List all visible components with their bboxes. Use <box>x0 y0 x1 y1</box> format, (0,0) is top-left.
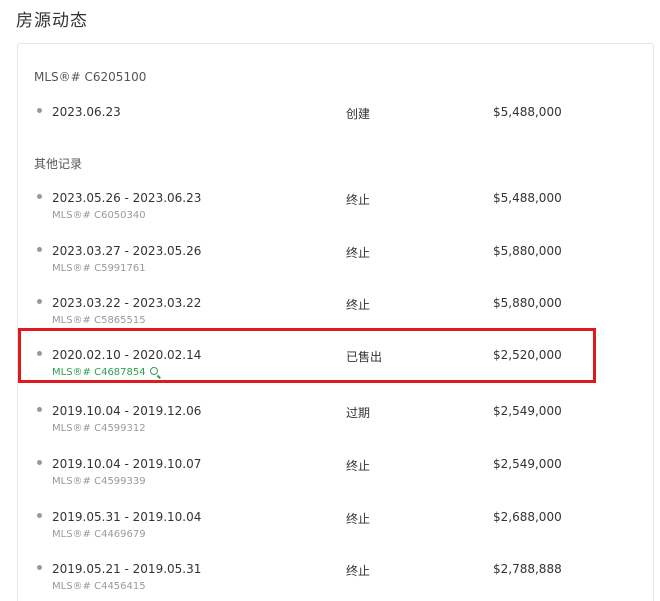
row-price: $5,488,000 <box>493 105 562 119</box>
history-row: 2023.05.26 - 2023.06.23 MLS®# C6050340 终… <box>0 191 660 237</box>
row-date: 2023.03.27 - 2023.05.26 <box>52 244 202 258</box>
bullet-icon <box>37 299 42 304</box>
bullet-icon <box>37 565 42 570</box>
bullet-icon <box>37 194 42 199</box>
other-records-label: 其他记录 <box>34 157 83 171</box>
bullet-icon <box>37 407 42 412</box>
row-mls-number: MLS®# C6050340 <box>52 210 146 221</box>
row-status: 终止 <box>346 459 371 473</box>
row-date: 2023.03.22 - 2023.03.22 <box>52 296 202 310</box>
row-price: $5,488,000 <box>493 191 562 205</box>
row-mls-number: MLS®# C4456415 <box>52 581 146 592</box>
row-mls-number: MLS®# C5991761 <box>52 263 146 274</box>
row-price: $2,549,000 <box>493 404 562 418</box>
row-status: 创建 <box>346 107 371 121</box>
row-mls-number: MLS®# C4599312 <box>52 423 146 434</box>
highlight-annotation-box <box>18 328 596 383</box>
row-status: 终止 <box>346 298 371 312</box>
row-status: 终止 <box>346 564 371 578</box>
row-mls-number: MLS®# C4469679 <box>52 529 146 540</box>
row-price: $5,880,000 <box>493 296 562 310</box>
page: 房源动态 MLS®# C6205100 2023.06.23 创建 $5,488… <box>0 0 660 601</box>
history-row: 2019.05.21 - 2019.05.31 MLS®# C4456415 终… <box>0 562 660 601</box>
row-price: $5,880,000 <box>493 244 562 258</box>
history-row: 2019.10.04 - 2019.12.06 MLS®# C4599312 过… <box>0 404 660 450</box>
row-date: 2023.05.26 - 2023.06.23 <box>52 191 202 205</box>
row-status: 过期 <box>346 406 371 420</box>
bullet-icon <box>37 460 42 465</box>
current-mls-label: MLS®# C6205100 <box>34 70 147 84</box>
bullet-icon <box>37 108 42 113</box>
row-status: 终止 <box>346 246 371 260</box>
current-history-row: 2023.06.23 创建 $5,488,000 <box>0 105 660 151</box>
page-title: 房源动态 <box>16 11 88 31</box>
row-status: 终止 <box>346 193 371 207</box>
history-row: 2023.03.27 - 2023.05.26 MLS®# C5991761 终… <box>0 244 660 290</box>
history-row: 2019.10.04 - 2019.10.07 MLS®# C4599339 终… <box>0 457 660 503</box>
bullet-icon <box>37 513 42 518</box>
row-mls-number: MLS®# C5865515 <box>52 315 146 326</box>
row-price: $2,688,000 <box>493 510 562 524</box>
row-status: 终止 <box>346 512 371 526</box>
bullet-icon <box>37 247 42 252</box>
history-row: 2019.05.31 - 2019.10.04 MLS®# C4469679 终… <box>0 510 660 556</box>
row-price: $2,788,888 <box>493 562 562 576</box>
row-date: 2019.05.31 - 2019.10.04 <box>52 510 202 524</box>
row-date: 2019.10.04 - 2019.12.06 <box>52 404 202 418</box>
row-date: 2023.06.23 <box>52 105 121 119</box>
row-mls-number: MLS®# C4599339 <box>52 476 146 487</box>
row-date: 2019.10.04 - 2019.10.07 <box>52 457 202 471</box>
row-date: 2019.05.21 - 2019.05.31 <box>52 562 202 576</box>
row-price: $2,549,000 <box>493 457 562 471</box>
